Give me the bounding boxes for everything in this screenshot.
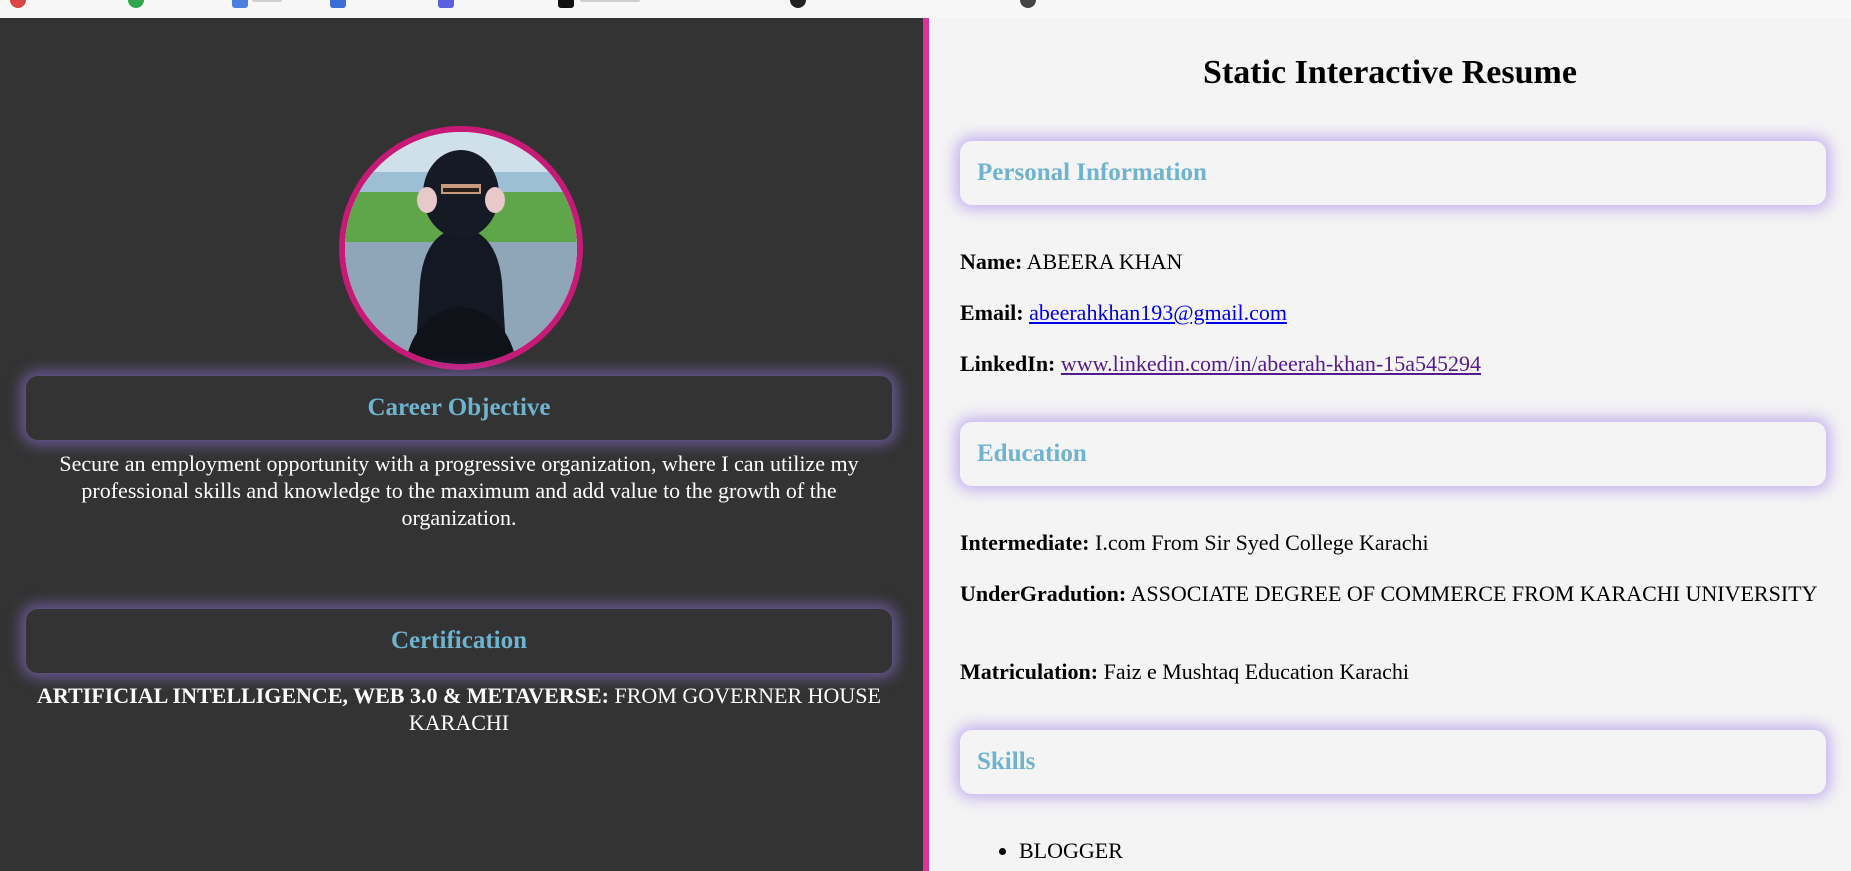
bookmarks-bar <box>0 0 1851 19</box>
bookmark-icon-7[interactable] <box>790 0 806 8</box>
intermediate-value: I.com From Sir Syed College Karachi <box>1095 530 1429 555</box>
page-title: Static Interactive Resume <box>1203 54 1577 91</box>
skills-list: BLOGGER <box>960 838 1123 864</box>
undergrad-row: UnderGradution: ASSOCIATE DEGREE OF COMM… <box>960 581 1820 607</box>
email-label: Email: <box>960 300 1024 325</box>
bookmark-label-3[interactable] <box>252 0 282 2</box>
skill-item: BLOGGER <box>1019 838 1123 864</box>
bookmark-icon-8[interactable] <box>1020 0 1036 8</box>
email-row: Email: abeerahkhan193@gmail.com <box>960 300 1820 326</box>
intermediate-row: Intermediate: I.com From Sir Syed Colleg… <box>960 530 1820 556</box>
profile-photo <box>339 126 583 370</box>
bookmark-icon-6[interactable] <box>558 0 574 8</box>
profile-photo-illustration <box>345 132 577 364</box>
left-column: Career Objective Secure an employment op… <box>0 18 923 871</box>
bookmark-icon-4[interactable] <box>330 0 346 8</box>
linkedin-label: LinkedIn: <box>960 351 1056 376</box>
certification-entry: ARTIFICIAL INTELLIGENCE, WEB 3.0 & METAV… <box>24 682 894 736</box>
linkedin-row: LinkedIn: www.linkedin.com/in/abeerah-kh… <box>960 351 1820 377</box>
certification-label: ARTIFICIAL INTELLIGENCE, WEB 3.0 & METAV… <box>37 683 609 708</box>
email-link[interactable]: abeerahkhan193@gmail.com <box>1029 300 1287 325</box>
name-row: Name: ABEERA KHAN <box>960 249 1820 275</box>
undergrad-label: UnderGradution: <box>960 581 1127 606</box>
personal-information-heading: Personal Information <box>960 141 1826 205</box>
matriculation-value: Faiz e Mushtaq Education Karachi <box>1103 659 1410 684</box>
career-objective-heading: Career Objective <box>26 376 892 440</box>
certification-heading: Certification <box>26 609 892 673</box>
intermediate-label: Intermediate: <box>960 530 1090 555</box>
right-column: Static Interactive Resume Personal Infor… <box>929 18 1851 871</box>
bookmark-label-6[interactable] <box>580 0 640 2</box>
bookmark-icon-3[interactable] <box>232 0 248 8</box>
bookmark-icon-5[interactable] <box>438 0 454 8</box>
education-heading: Education <box>960 422 1826 486</box>
bookmark-icon-1[interactable] <box>10 0 26 8</box>
name-label: Name: <box>960 249 1023 274</box>
bookmark-icon-2[interactable] <box>128 0 144 8</box>
matriculation-row: Matriculation: Faiz e Mushtaq Education … <box>960 659 1820 685</box>
skills-heading: Skills <box>960 730 1826 794</box>
undergrad-value: ASSOCIATE DEGREE OF COMMERCE FROM KARACH… <box>1130 581 1818 606</box>
name-value: ABEERA KHAN <box>1026 249 1183 274</box>
career-objective-text: Secure an employment opportunity with a … <box>59 451 859 530</box>
linkedin-link[interactable]: www.linkedin.com/in/abeerah-khan-15a5452… <box>1061 351 1481 376</box>
matriculation-label: Matriculation: <box>960 659 1099 684</box>
